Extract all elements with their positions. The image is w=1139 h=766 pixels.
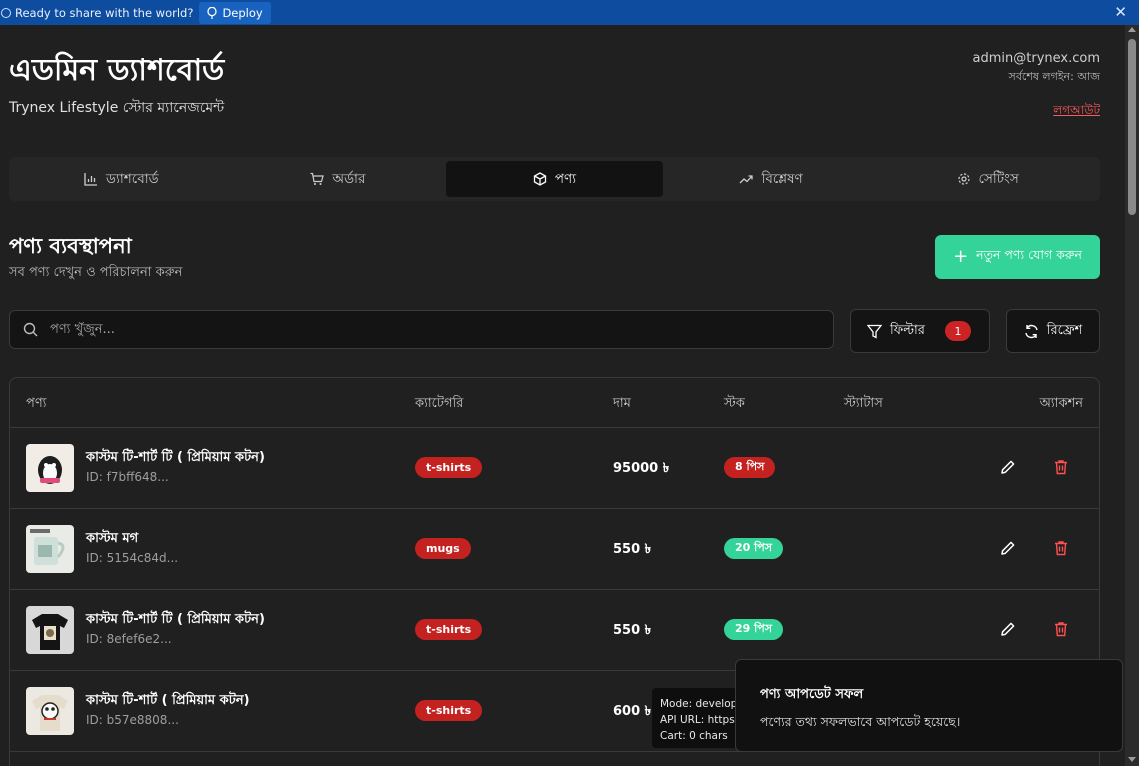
page-subtitle: Trynex Lifestyle স্টোর ম্যানেজমেন্ট xyxy=(9,100,225,116)
deploy-bar: Ready to share with the world? Deploy ✕ xyxy=(0,0,1139,25)
search-input[interactable] xyxy=(50,322,833,337)
tab-label: বিশ্লেষণ xyxy=(761,170,803,187)
column-header-status[interactable]: স্ট্যাটাস xyxy=(844,394,883,415)
success-toast[interactable]: পণ্য আপডেট সফল পণ্যের তথ্য সফলভাবে আপডেট… xyxy=(735,659,1123,752)
column-header-category[interactable]: ক্যাটেগরি xyxy=(415,394,463,415)
main-tabs: ড্যাশবোর্ড অর্ডার পণ্য বিশ্লেষণ সেটিংস xyxy=(9,157,1100,201)
deploy-button-label: Deploy xyxy=(222,5,263,20)
edit-icon[interactable] xyxy=(999,458,1017,476)
tab-orders[interactable]: অর্ডার xyxy=(230,161,447,197)
stock-badge: 29 পিস xyxy=(724,619,784,640)
scroll-up-arrow-icon[interactable] xyxy=(1128,27,1136,32)
product-name: কাস্টম টি-শার্ট টি ( প্রিমিয়াম কটন) xyxy=(86,612,265,627)
last-login: সর্বশেষ লগইন: আজ xyxy=(1008,70,1100,83)
deploy-prompt: Ready to share with the world? xyxy=(15,5,194,20)
tab-settings[interactable]: সেটিংস xyxy=(879,161,1096,197)
scrollbar-thumb[interactable] xyxy=(1128,39,1136,215)
edit-icon[interactable] xyxy=(999,620,1017,638)
cart-icon xyxy=(310,172,325,185)
stock-badge: 20 পিস xyxy=(724,538,784,559)
product-price: 600 ৳ xyxy=(613,704,652,719)
tab-dashboard[interactable]: ড্যাশবোর্ড xyxy=(13,161,230,197)
trending-up-icon xyxy=(739,175,754,184)
refresh-button[interactable]: রিফ্রেশ xyxy=(1006,309,1100,353)
tab-label: অর্ডার xyxy=(332,170,366,187)
search-box xyxy=(9,310,834,349)
trash-icon[interactable] xyxy=(1052,620,1070,638)
product-id: ID: 5154c84d... xyxy=(86,551,179,565)
category-badge: t-shirts xyxy=(415,700,483,721)
category-badge: t-shirts xyxy=(415,619,483,640)
product-name: কাস্টম টি-শার্ট টি ( প্রিমিয়াম কটন) xyxy=(86,450,265,465)
product-id: ID: b57e8808... xyxy=(86,713,179,727)
logout-link[interactable]: লগআউট xyxy=(1053,102,1100,122)
deploy-button[interactable]: Deploy xyxy=(199,1,271,24)
product-id: ID: 8efef6e2... xyxy=(86,632,172,646)
info-icon xyxy=(1,7,11,18)
tab-products[interactable]: পণ্য xyxy=(446,161,663,197)
filter-button[interactable]: ফিল্টার 1 xyxy=(850,309,990,353)
tab-analytics[interactable]: বিশ্লেষণ xyxy=(663,161,880,197)
product-thumbnail xyxy=(26,525,74,573)
toast-title: পণ্য আপডেট সফল xyxy=(760,687,864,702)
product-thumbnail xyxy=(26,687,74,735)
trash-icon[interactable] xyxy=(1052,539,1070,557)
trash-icon[interactable] xyxy=(1052,458,1070,476)
filter-count-badge: 1 xyxy=(944,321,971,341)
balloon-icon xyxy=(207,6,218,19)
plus-icon: + xyxy=(953,246,969,267)
tab-label: সেটিংস xyxy=(978,170,1019,187)
table-row[interactable]: কাস্টম মগ ID: 5154c84d... mugs 550 ৳ 20 … xyxy=(10,509,1099,590)
category-badge: t-shirts xyxy=(415,457,483,478)
bar-chart-icon xyxy=(84,173,98,186)
search-icon xyxy=(23,322,38,337)
stock-badge: 8 পিস xyxy=(724,457,776,478)
column-header-product[interactable]: পণ্য xyxy=(26,394,46,415)
tab-label: পণ্য xyxy=(554,170,577,187)
scroll-down-arrow-icon[interactable] xyxy=(1128,757,1136,762)
category-badge: mugs xyxy=(415,538,471,559)
gear-icon xyxy=(957,173,970,185)
page-title: এডমিন ড্যাশবোর্ড xyxy=(9,53,225,88)
product-thumbnail xyxy=(26,444,74,492)
column-header-action: অ্যাকশন xyxy=(1039,396,1083,411)
admin-email: admin@trynex.com xyxy=(972,51,1100,66)
filter-label: ফিল্টার xyxy=(890,322,925,338)
filter-icon xyxy=(867,324,882,339)
table-header: পণ্য ক্যাটেগরি দাম স্টক স্ট্যাটাস অ্যাকশ… xyxy=(10,378,1099,428)
refresh-label: রিফ্রেশ xyxy=(1046,322,1083,338)
page-scrollbar[interactable] xyxy=(1125,25,1139,766)
section-title: পণ্য ব্যবস্থাপনা xyxy=(9,234,132,258)
product-name: কাস্টম টি-শার্ট ( প্রিমিয়াম কটন) xyxy=(86,693,250,708)
column-header-price[interactable]: দাম xyxy=(613,394,631,415)
section-subtitle: সব পণ্য দেখুন ও পরিচালনা করুন xyxy=(9,265,183,280)
table-row[interactable]: কাস্টম টি-শার্ট টি ( প্রিমিয়াম কটন) ID:… xyxy=(10,428,1099,509)
toast-message: পণ্যের তথ্য সফলভাবে আপডেট হয়েছে। xyxy=(760,714,961,729)
product-thumbnail xyxy=(26,606,74,654)
refresh-icon xyxy=(1025,324,1038,338)
package-icon xyxy=(533,172,547,186)
edit-icon[interactable] xyxy=(999,539,1017,557)
product-id: ID: f7bff648... xyxy=(86,470,169,484)
add-product-button[interactable]: + নতুন পণ্য যোগ করুন xyxy=(935,235,1100,279)
close-icon[interactable]: ✕ xyxy=(1114,3,1127,21)
product-name: কাস্টম মগ xyxy=(86,531,139,546)
product-price: 95000 ৳ xyxy=(613,461,670,476)
column-header-stock[interactable]: স্টক xyxy=(724,394,745,415)
add-product-label: নতুন পণ্য যোগ করুন xyxy=(976,247,1082,262)
tab-label: ড্যাশবোর্ড xyxy=(106,170,159,187)
product-price: 550 ৳ xyxy=(613,542,652,557)
product-price: 550 ৳ xyxy=(613,623,652,638)
